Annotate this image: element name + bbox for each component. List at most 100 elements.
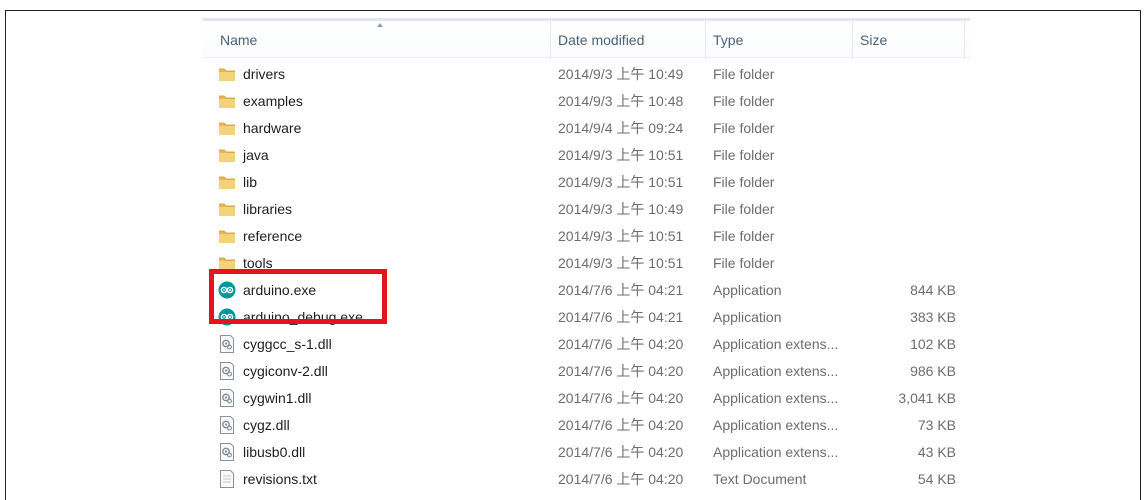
file-name: reference xyxy=(243,228,303,244)
text-file-icon xyxy=(218,470,236,488)
folder-icon xyxy=(218,173,236,191)
file-date-modified: 2014/7/6 上午 04:20 xyxy=(558,444,684,460)
column-divider[interactable] xyxy=(964,21,965,59)
file-date-modified: 2014/9/3 上午 10:48 xyxy=(558,93,684,109)
dll-icon xyxy=(218,335,236,353)
file-name: java xyxy=(243,147,269,163)
file-date-modified: 2014/9/3 上午 10:51 xyxy=(558,147,684,163)
file-type: Application extens... xyxy=(713,444,839,460)
file-size: 986 KB xyxy=(910,363,956,379)
file-name: libraries xyxy=(243,201,293,217)
file-name: cygwin1.dll xyxy=(243,390,312,406)
column-divider[interactable] xyxy=(852,21,853,59)
folder-icon xyxy=(218,146,236,164)
column-header-bar: Name Date modified Type Size xyxy=(203,18,970,59)
file-date-modified: 2014/7/6 上午 04:20 xyxy=(558,471,684,487)
file-row[interactable]: hardware 2014/9/4 上午 09:24 File folder xyxy=(203,115,970,142)
file-name: revisions.txt xyxy=(243,471,317,487)
file-list-view: Name Date modified Type Size drivers 2014… xyxy=(203,18,970,491)
column-header-name[interactable]: Name xyxy=(220,30,257,50)
file-type: File folder xyxy=(713,93,775,109)
file-rows: drivers 2014/9/3 上午 10:49 File folder examp… xyxy=(203,61,970,493)
file-row[interactable]: java 2014/9/3 上午 10:51 File folder xyxy=(203,142,970,169)
file-date-modified: 2014/7/6 上午 04:20 xyxy=(558,363,684,379)
file-date-modified: 2014/7/6 上午 04:21 xyxy=(558,309,684,325)
folder-icon xyxy=(218,92,236,110)
file-row[interactable]: drivers 2014/9/3 上午 10:49 File folder xyxy=(203,61,970,88)
file-name: hardware xyxy=(243,120,302,136)
file-date-modified: 2014/9/3 上午 10:49 xyxy=(558,201,684,217)
file-type: Application extens... xyxy=(713,336,839,352)
file-row[interactable]: lib 2014/9/3 上午 10:51 File folder xyxy=(203,169,970,196)
file-size: 73 KB xyxy=(917,417,956,433)
file-name: cygz.dll xyxy=(243,417,290,433)
file-date-modified: 2014/9/3 上午 10:49 xyxy=(558,66,684,82)
file-type: File folder xyxy=(713,147,775,163)
dll-icon xyxy=(218,416,236,434)
arduino-icon xyxy=(218,281,236,299)
file-date-modified: 2014/7/6 上午 04:20 xyxy=(558,417,684,433)
file-size: 383 KB xyxy=(910,309,956,325)
folder-icon xyxy=(218,200,236,218)
file-type: File folder xyxy=(713,228,775,244)
file-row[interactable]: libraries 2014/9/3 上午 10:49 File folder xyxy=(203,196,970,223)
file-date-modified: 2014/7/6 上午 04:21 xyxy=(558,282,684,298)
file-size: 43 KB xyxy=(917,444,956,460)
column-divider[interactable] xyxy=(550,21,551,59)
file-size: 102 KB xyxy=(910,336,956,352)
file-size: 844 KB xyxy=(910,282,956,298)
file-type: File folder xyxy=(713,255,775,271)
file-size: 54 KB xyxy=(917,471,956,487)
folder-icon xyxy=(218,119,236,137)
file-date-modified: 2014/9/3 上午 10:51 xyxy=(558,228,684,244)
folder-icon xyxy=(218,254,236,272)
file-name: cygiconv-2.dll xyxy=(243,363,328,379)
file-name: cyggcc_s-1.dll xyxy=(243,336,332,352)
file-row[interactable]: reference 2014/9/3 上午 10:51 File folder xyxy=(203,223,970,250)
file-row[interactable]: examples 2014/9/3 上午 10:48 File folder xyxy=(203,88,970,115)
column-divider[interactable] xyxy=(705,21,706,59)
dll-icon xyxy=(218,443,236,461)
file-type: Text Document xyxy=(713,471,807,487)
file-date-modified: 2014/9/3 上午 10:51 xyxy=(558,174,684,190)
file-name: arduino_debug.exe xyxy=(243,309,363,325)
file-type: Application xyxy=(713,282,782,298)
file-row[interactable]: cygz.dll 2014/7/6 上午 04:20 Application ext… xyxy=(203,412,970,439)
file-name: lib xyxy=(243,174,258,190)
column-header-type[interactable]: Type xyxy=(713,30,743,50)
file-type: File folder xyxy=(713,66,775,82)
file-date-modified: 2014/9/3 上午 10:51 xyxy=(558,255,684,271)
file-name: drivers xyxy=(243,66,286,82)
file-row[interactable]: arduino.exe 2014/7/6 上午 04:21 Application 8… xyxy=(203,277,970,304)
file-row[interactable]: libusb0.dll 2014/7/6 上午 04:20 Application … xyxy=(203,439,970,466)
file-row[interactable]: revisions.txt 2014/7/6 上午 04:20 Text Docum… xyxy=(203,466,970,493)
file-date-modified: 2014/7/6 上午 04:20 xyxy=(558,336,684,352)
column-header-size[interactable]: Size xyxy=(860,30,887,50)
file-name: arduino.exe xyxy=(243,282,317,298)
file-type: File folder xyxy=(713,201,775,217)
sort-ascending-icon xyxy=(377,23,383,27)
file-row[interactable]: tools 2014/9/3 上午 10:51 File folder xyxy=(203,250,970,277)
file-row[interactable]: cygwin1.dll 2014/7/6 上午 04:20 Application … xyxy=(203,385,970,412)
folder-icon xyxy=(218,227,236,245)
file-name: examples xyxy=(243,93,303,109)
file-date-modified: 2014/9/4 上午 09:24 xyxy=(558,120,684,136)
arduino-icon xyxy=(218,308,236,326)
dll-icon xyxy=(218,362,236,380)
column-header-date-modified[interactable]: Date modified xyxy=(558,30,644,50)
file-name: tools xyxy=(243,255,273,271)
file-type: Application extens... xyxy=(713,363,839,379)
file-row[interactable]: arduino_debug.exe 2014/7/6 上午 04:21 Applic… xyxy=(203,304,970,331)
file-type: Application xyxy=(713,309,782,325)
dll-icon xyxy=(218,389,236,407)
file-type: Application extens... xyxy=(713,390,839,406)
file-name: libusb0.dll xyxy=(243,444,306,460)
file-type: Application extens... xyxy=(713,417,839,433)
file-date-modified: 2014/7/6 上午 04:20 xyxy=(558,390,684,406)
folder-icon xyxy=(218,65,236,83)
file-type: File folder xyxy=(713,174,775,190)
file-size: 3,041 KB xyxy=(898,390,956,406)
file-row[interactable]: cyggcc_s-1.dll 2014/7/6 上午 04:20 Applicati… xyxy=(203,331,970,358)
file-type: File folder xyxy=(713,120,775,136)
file-row[interactable]: cygiconv-2.dll 2014/7/6 上午 04:20 Applicati… xyxy=(203,358,970,385)
